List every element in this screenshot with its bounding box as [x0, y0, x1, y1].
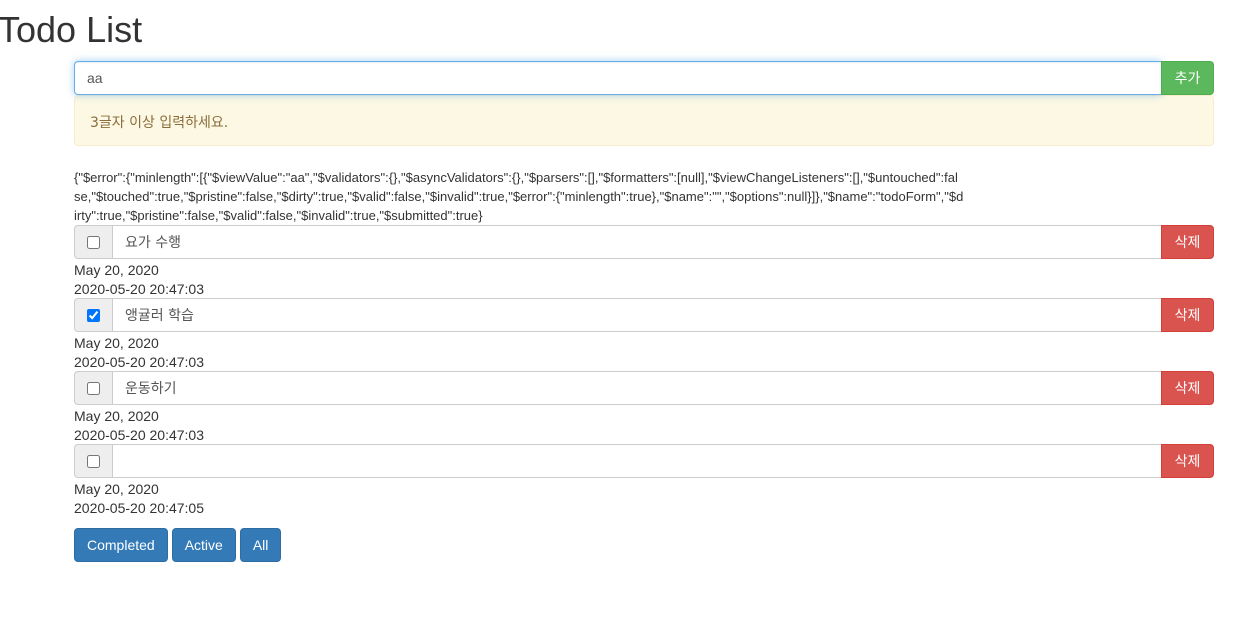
- todo-item: 삭제 May 20, 2020 2020-05-20 20:47:03: [74, 298, 1214, 371]
- todo-datetime: 2020-05-20 20:47:03: [74, 426, 204, 443]
- page-title: Todo List: [0, 9, 143, 50]
- todo-title-input[interactable]: [112, 298, 1161, 332]
- new-todo-input[interactable]: [74, 61, 1161, 95]
- filter-completed-button[interactable]: Completed: [74, 528, 168, 562]
- todo-form: 추가 3글자 이상 입력하세요.: [74, 61, 1214, 146]
- todo-datetime: 2020-05-20 20:47:05: [74, 499, 204, 516]
- todo-title-input[interactable]: [112, 444, 1161, 478]
- todo-done-checkbox[interactable]: [87, 454, 100, 468]
- todo-date: May 20, 2020: [74, 481, 159, 497]
- todo-app: 추가 3글자 이상 입력하세요. {"$error":{"minlength":…: [74, 61, 1214, 562]
- filter-active-button[interactable]: Active: [171, 528, 236, 562]
- form-debug-output: {"$error":{"minlength":[{"$viewValue":"a…: [74, 170, 964, 223]
- todo-title-input[interactable]: [112, 225, 1161, 259]
- minlength-warning: 3글자 이상 입력하세요.: [74, 95, 1214, 146]
- todo-done-checkbox[interactable]: [87, 381, 100, 395]
- todo-datetime: 2020-05-20 20:47:03: [74, 280, 204, 297]
- todo-date: May 20, 2020: [74, 262, 159, 278]
- delete-button[interactable]: 삭제: [1161, 371, 1214, 405]
- todo-checkbox-addon: [74, 444, 112, 478]
- todo-date: May 20, 2020: [74, 408, 159, 424]
- todo-done-checkbox[interactable]: [87, 235, 100, 249]
- new-todo-row: 추가: [74, 61, 1214, 95]
- todo-datetime: 2020-05-20 20:47:03: [74, 353, 204, 370]
- delete-button[interactable]: 삭제: [1161, 444, 1214, 478]
- todo-checkbox-addon: [74, 371, 112, 405]
- todo-checkbox-addon: [74, 225, 112, 259]
- todo-date: May 20, 2020: [74, 335, 159, 351]
- add-button[interactable]: 추가: [1161, 61, 1214, 95]
- todo-item: 삭제 May 20, 2020 2020-05-20 20:47:03: [74, 371, 1214, 444]
- delete-button[interactable]: 삭제: [1161, 225, 1214, 259]
- filter-all-button[interactable]: All: [239, 528, 282, 562]
- filter-buttons: Completed Active All: [74, 528, 1214, 562]
- delete-button[interactable]: 삭제: [1161, 298, 1214, 332]
- todo-list: 삭제 May 20, 2020 2020-05-20 20:47:03 삭제 M…: [74, 225, 1214, 517]
- todo-item: 삭제 May 20, 2020 2020-05-20 20:47:03: [74, 225, 1214, 298]
- todo-title-input[interactable]: [112, 371, 1161, 405]
- todo-item: 삭제 May 20, 2020 2020-05-20 20:47:05: [74, 444, 1214, 517]
- todo-checkbox-addon: [74, 298, 112, 332]
- todo-done-checkbox[interactable]: [87, 308, 100, 322]
